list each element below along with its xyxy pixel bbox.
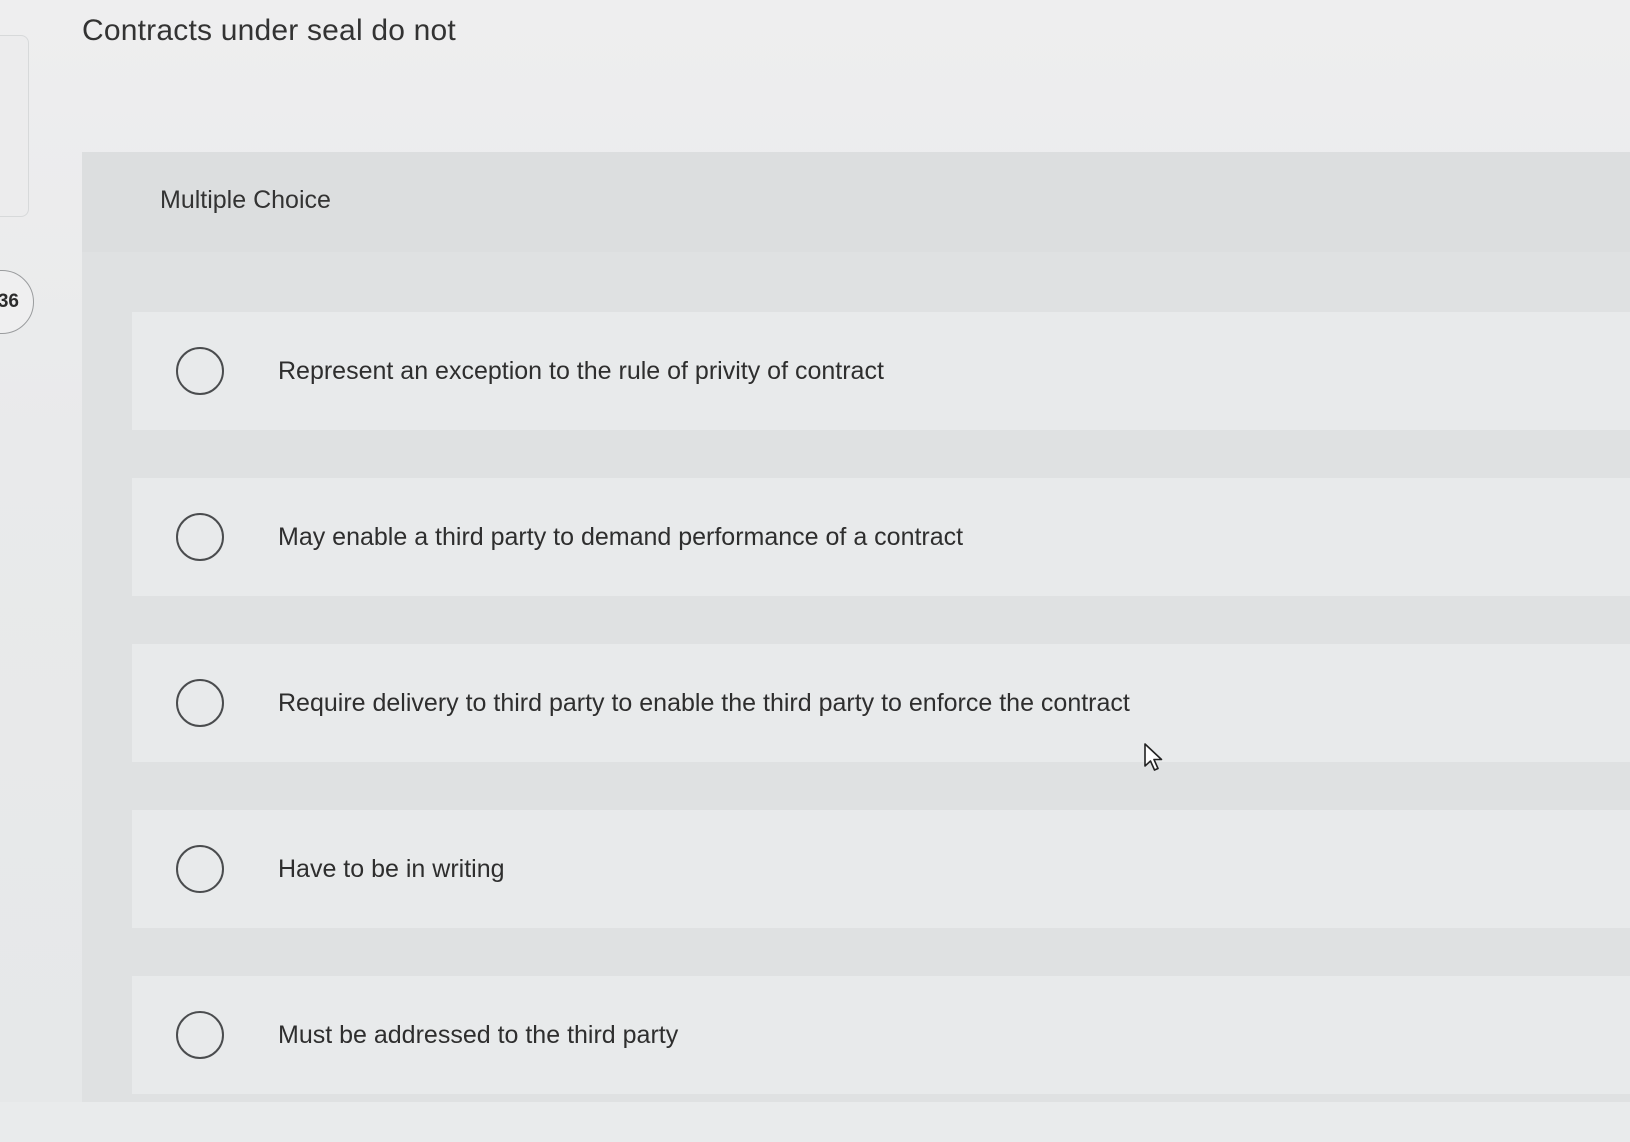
question-number-label: 36 xyxy=(0,291,19,312)
mouse-pointer-icon xyxy=(1144,743,1163,771)
answer-option-label: May enable a third party to demand perfo… xyxy=(278,522,964,551)
answer-option-label: Have to be in writing xyxy=(278,854,505,883)
answer-option[interactable]: Require delivery to third party to enabl… xyxy=(132,644,1630,762)
answer-choices: Represent an exception to the rule of pr… xyxy=(132,312,1630,1142)
answer-option-label: Require delivery to third party to enabl… xyxy=(278,688,1130,717)
multiple-choice-header: Multiple Choice xyxy=(82,152,1630,252)
quiz-page: 36 Contracts under seal do not Multiple … xyxy=(0,0,1630,1102)
radio-button-icon[interactable] xyxy=(176,513,224,561)
answer-option[interactable]: Have to be in writing xyxy=(132,810,1630,928)
answer-option[interactable]: Represent an exception to the rule of pr… xyxy=(132,312,1630,430)
question-prompt: Contracts under seal do not xyxy=(82,14,456,47)
answer-option-label: Represent an exception to the rule of pr… xyxy=(278,356,884,385)
answer-option[interactable]: May enable a third party to demand perfo… xyxy=(132,478,1630,596)
question-number-badge[interactable]: 36 xyxy=(0,270,34,334)
question-type-label: Multiple Choice xyxy=(160,186,331,214)
answer-option-label: Must be addressed to the third party xyxy=(278,1020,679,1049)
multiple-choice-panel: Multiple Choice Represent an exception t… xyxy=(82,152,1630,1102)
answer-option[interactable]: Must be addressed to the third party xyxy=(132,976,1630,1094)
radio-button-icon[interactable] xyxy=(176,679,224,727)
radio-button-icon[interactable] xyxy=(176,1011,224,1059)
radio-button-icon[interactable] xyxy=(176,845,224,893)
radio-button-icon[interactable] xyxy=(176,347,224,395)
question-nav-strip[interactable] xyxy=(0,35,29,217)
